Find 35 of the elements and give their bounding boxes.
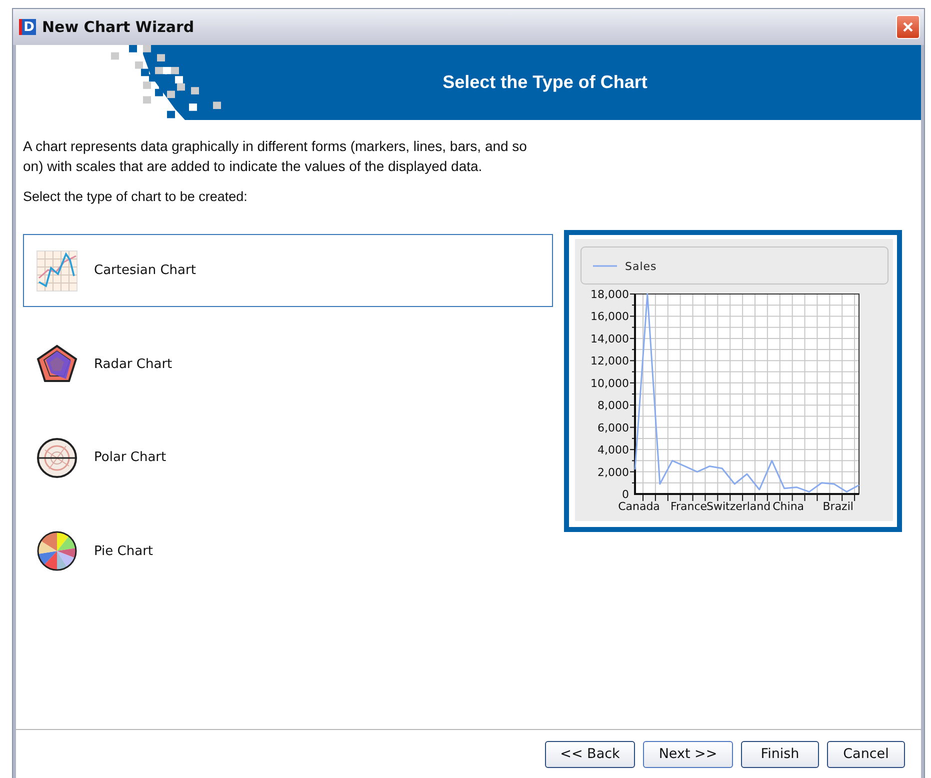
x-tick-label: Canada bbox=[618, 500, 660, 513]
x-tick-label: France bbox=[670, 500, 708, 513]
chart-type-item[interactable]: Cartesian Chart bbox=[23, 234, 553, 307]
chart-type-item[interactable]: Radar Chart bbox=[23, 328, 553, 400]
x-tick-label: Brazil bbox=[822, 500, 854, 513]
close-button[interactable] bbox=[896, 15, 920, 39]
y-tick-label: 0 bbox=[622, 488, 629, 501]
pie-chart-icon bbox=[36, 530, 78, 572]
chart-type-item[interactable]: Pie Chart bbox=[23, 514, 553, 588]
window-title: New Chart Wizard bbox=[42, 18, 196, 36]
x-tick-label: Switzerland bbox=[706, 500, 771, 513]
description-text: A chart represents data graphically in different forms (markers, lines, bars, and so on) with scales that are added to indicate the values of the displayed data. bbox=[23, 137, 528, 176]
line-chart-icon bbox=[36, 250, 78, 292]
y-tick-label: 16,000 bbox=[590, 310, 629, 324]
wizard-button[interactable]: Cancel bbox=[827, 740, 905, 768]
wizard-button[interactable]: Finish bbox=[741, 740, 819, 768]
close-icon bbox=[902, 21, 914, 33]
x-tick-label: China bbox=[772, 500, 804, 513]
y-tick-label: 4,000 bbox=[598, 444, 629, 457]
radar-chart-icon bbox=[36, 343, 78, 385]
header-title: Select the Type of Chart bbox=[442, 72, 648, 93]
wizard-button[interactable]: Next >> bbox=[643, 740, 733, 768]
y-tick-label: 6,000 bbox=[598, 421, 629, 434]
y-tick-label: 12,000 bbox=[590, 354, 629, 368]
wizard-button[interactable]: << Back bbox=[545, 740, 635, 768]
y-tick-label: 14,000 bbox=[590, 332, 629, 346]
y-tick-label: 18,000 bbox=[590, 288, 629, 301]
legend-label: Sales bbox=[625, 260, 657, 273]
app-icon: D bbox=[19, 19, 36, 35]
prompt-text: Select the type of chart to be created: bbox=[23, 189, 248, 204]
polar-chart-icon bbox=[36, 436, 78, 478]
y-tick-label: 8,000 bbox=[598, 399, 629, 412]
y-tick-label: 2,000 bbox=[598, 466, 629, 479]
chart-type-item[interactable]: Polar Chart bbox=[23, 421, 553, 494]
y-tick-label: 10,000 bbox=[590, 376, 629, 390]
